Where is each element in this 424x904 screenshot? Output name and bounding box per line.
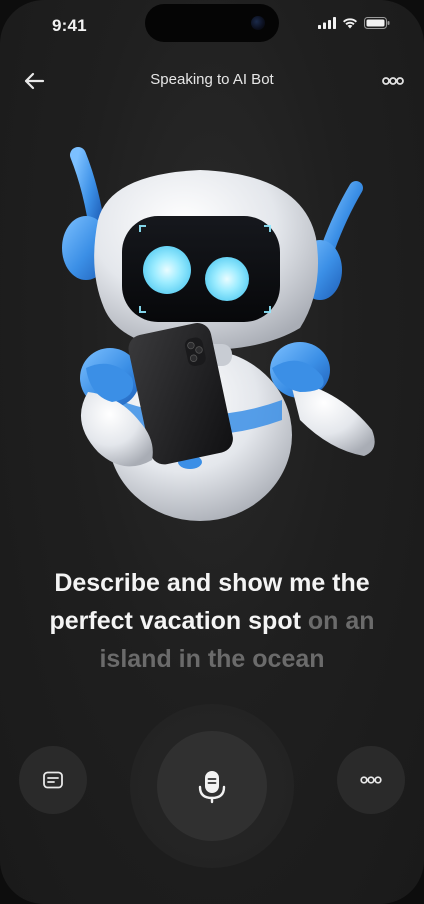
wifi-icon bbox=[342, 16, 358, 34]
ai-bot-illustration bbox=[0, 130, 424, 540]
voice-controls bbox=[0, 700, 424, 870]
mic-button[interactable] bbox=[157, 731, 267, 841]
phone-screen: 9:41 Speaking to AI Bot Describe and sho… bbox=[0, 0, 424, 904]
page-title: Speaking to AI Bot bbox=[150, 71, 274, 88]
battery-icon bbox=[364, 16, 390, 34]
status-time: 9:41 bbox=[52, 16, 87, 35]
more-options-button[interactable] bbox=[337, 746, 405, 814]
more-horizontal-icon bbox=[360, 776, 382, 784]
keyboard-button[interactable] bbox=[19, 746, 87, 814]
cellular-signal-icon bbox=[318, 16, 336, 34]
transcript-text: Describe and show me the perfect vacatio… bbox=[20, 564, 404, 678]
options-menu-button[interactable] bbox=[376, 64, 410, 98]
more-horizontal-icon bbox=[382, 77, 404, 85]
dynamic-island bbox=[145, 4, 279, 42]
keyboard-icon bbox=[43, 771, 63, 789]
status-bar: 9:41 bbox=[0, 0, 424, 56]
camera-icon bbox=[251, 16, 265, 30]
mic-button-ring bbox=[130, 704, 294, 868]
top-nav: Speaking to AI Bot bbox=[0, 60, 424, 100]
status-icons bbox=[318, 16, 390, 34]
microphone-icon bbox=[198, 771, 226, 804]
